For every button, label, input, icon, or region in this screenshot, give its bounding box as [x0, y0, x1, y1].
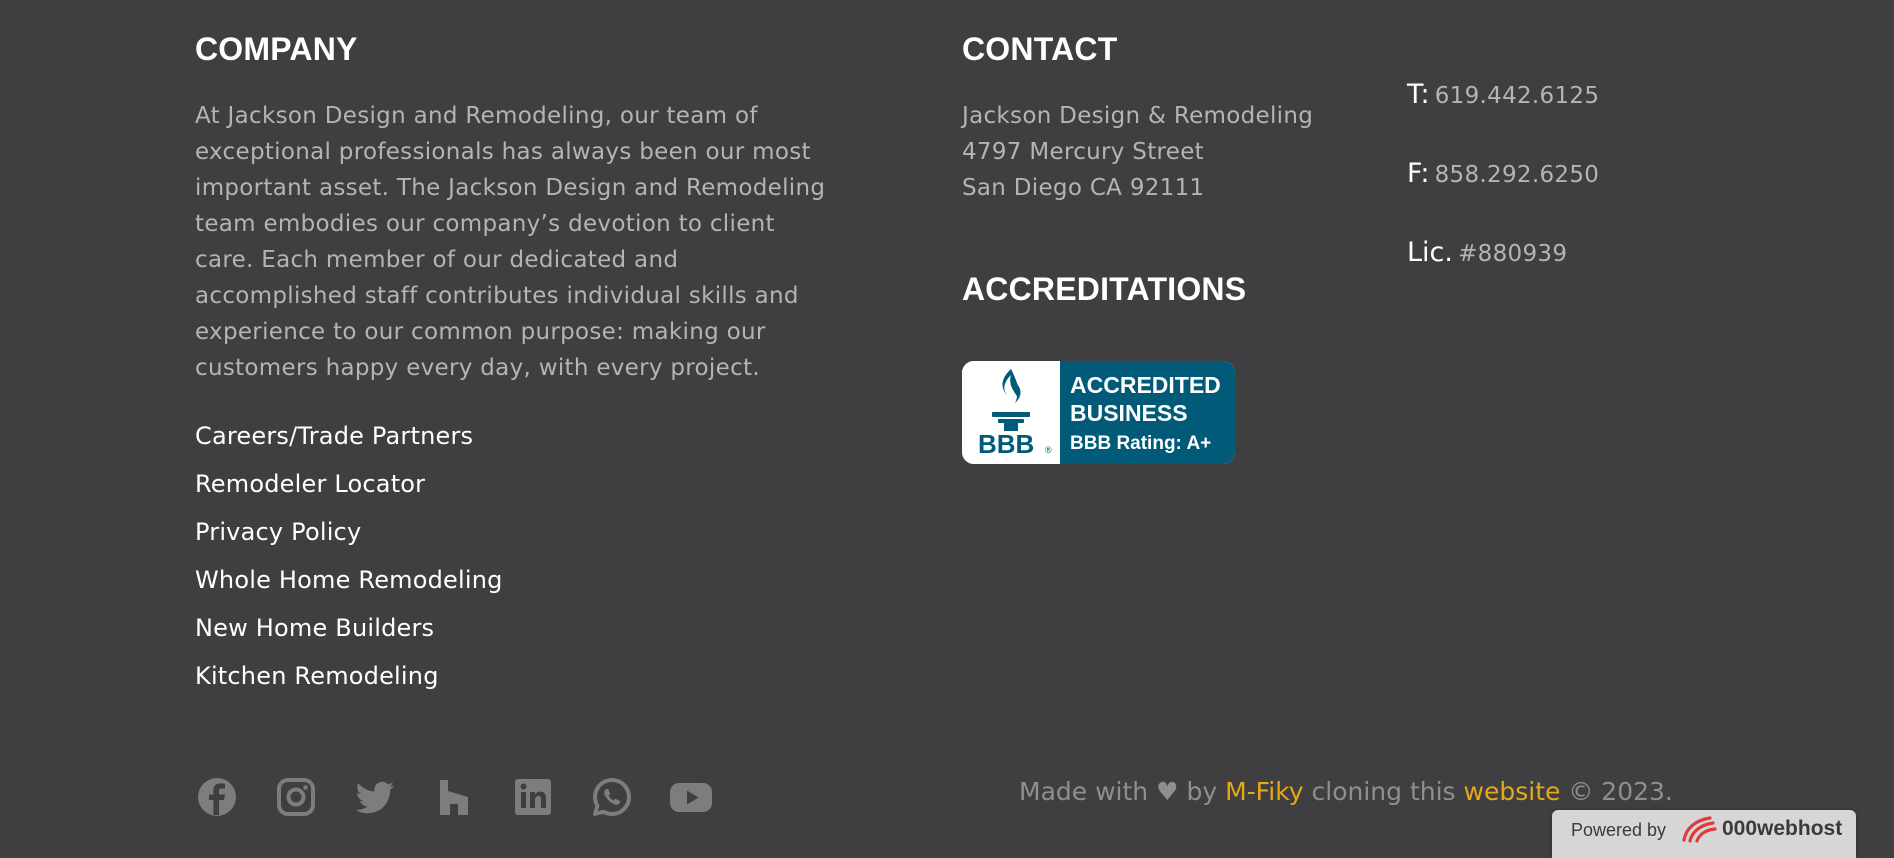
- credit-middle: cloning this: [1311, 777, 1456, 806]
- link-item: Kitchen Remodeling: [195, 652, 835, 700]
- instagram-icon[interactable]: [274, 775, 318, 819]
- whole-home-remodeling-link[interactable]: Whole Home Remodeling: [195, 566, 503, 594]
- whatsapp-icon[interactable]: [590, 775, 634, 819]
- bbb-registered-mark: ®: [1045, 445, 1052, 455]
- youtube-icon[interactable]: [669, 775, 713, 819]
- phone-row: T: 619.442.6125: [1407, 79, 1599, 158]
- link-item: Whole Home Remodeling: [195, 556, 835, 604]
- link-item: Careers/Trade Partners: [195, 412, 835, 460]
- link-item: Remodeler Locator: [195, 460, 835, 508]
- address-line: 4797 Mercury Street: [962, 139, 1204, 165]
- powered-by-label: Powered by: [1571, 820, 1667, 840]
- heart-icon: ♥: [1156, 777, 1179, 806]
- link-item: Privacy Policy: [195, 508, 835, 556]
- copyright-text: © 2023.: [1568, 777, 1673, 806]
- address-line: San Diego CA 92111: [962, 175, 1205, 201]
- bbb-torch-icon: BBB ®: [962, 361, 1060, 464]
- footer-credit: Made with ♥ by M-Fiky cloning this websi…: [1019, 774, 1673, 810]
- contact-column: CONTACT Jackson Design & Remodeling 4797…: [962, 28, 1382, 206]
- contact-numbers: T: 619.442.6125 F: 858.292.6250 Lic. #88…: [1407, 79, 1599, 316]
- powered-by-000webhost[interactable]: Powered by 000webhost: [1552, 810, 1856, 858]
- fax-row: F: 858.292.6250: [1407, 158, 1599, 237]
- license-number: #880939: [1458, 241, 1568, 267]
- 000webhost-name: 000webhost: [1722, 817, 1843, 840]
- telephone-link[interactable]: 619.442.6125: [1435, 83, 1600, 109]
- bbb-logo-text: BBB: [978, 429, 1034, 459]
- contact-address: Jackson Design & Remodeling 4797 Mercury…: [962, 98, 1382, 206]
- fax-number: 858.292.6250: [1434, 162, 1600, 188]
- bbb-accredited-badge[interactable]: BBB ® ACCREDITED BUSINESS BBB Rating: A+: [962, 361, 1235, 464]
- company-about-text: At Jackson Design and Remodeling, our te…: [195, 103, 826, 381]
- new-home-builders-link[interactable]: New Home Builders: [195, 614, 434, 642]
- bbb-badge-panel: ACCREDITED BUSINESS BBB Rating: A+: [1060, 361, 1235, 464]
- link-item: New Home Builders: [195, 604, 835, 652]
- houzz-icon[interactable]: [432, 775, 476, 819]
- license-row: Lic. #880939: [1407, 237, 1599, 316]
- credit-by: by: [1186, 777, 1218, 806]
- phone-label: T:: [1407, 79, 1430, 110]
- accreditations-heading: ACCREDITATIONS: [962, 271, 1247, 307]
- social-links: [195, 774, 748, 820]
- 000webhost-swirl-icon: [1680, 814, 1718, 844]
- address-line: Jackson Design & Remodeling: [962, 103, 1314, 129]
- bbb-accredited-text: ACCREDITED: [1070, 372, 1221, 398]
- facebook-icon[interactable]: [195, 775, 239, 819]
- company-heading: COMPANY: [195, 31, 358, 67]
- company-column: COMPANY At Jackson Design and Remodeling…: [195, 28, 835, 700]
- original-website-link[interactable]: website: [1464, 777, 1561, 806]
- kitchen-remodeling-link[interactable]: Kitchen Remodeling: [195, 662, 439, 690]
- privacy-policy-link[interactable]: Privacy Policy: [195, 518, 361, 546]
- author-link[interactable]: M-Fiky: [1225, 777, 1303, 806]
- company-links: Careers/Trade Partners Remodeler Locator…: [195, 412, 835, 700]
- license-label: Lic.: [1407, 237, 1453, 268]
- credit-prefix: Made with: [1019, 777, 1149, 806]
- careers-link[interactable]: Careers/Trade Partners: [195, 422, 473, 450]
- contact-heading: CONTACT: [962, 31, 1118, 67]
- linkedin-icon[interactable]: [511, 775, 555, 819]
- remodeler-locator-link[interactable]: Remodeler Locator: [195, 470, 425, 498]
- fax-label: F:: [1407, 158, 1430, 189]
- bbb-rating-text: BBB Rating: A+: [1070, 433, 1212, 454]
- twitter-icon[interactable]: [353, 775, 397, 819]
- bbb-business-text: BUSINESS: [1070, 400, 1188, 426]
